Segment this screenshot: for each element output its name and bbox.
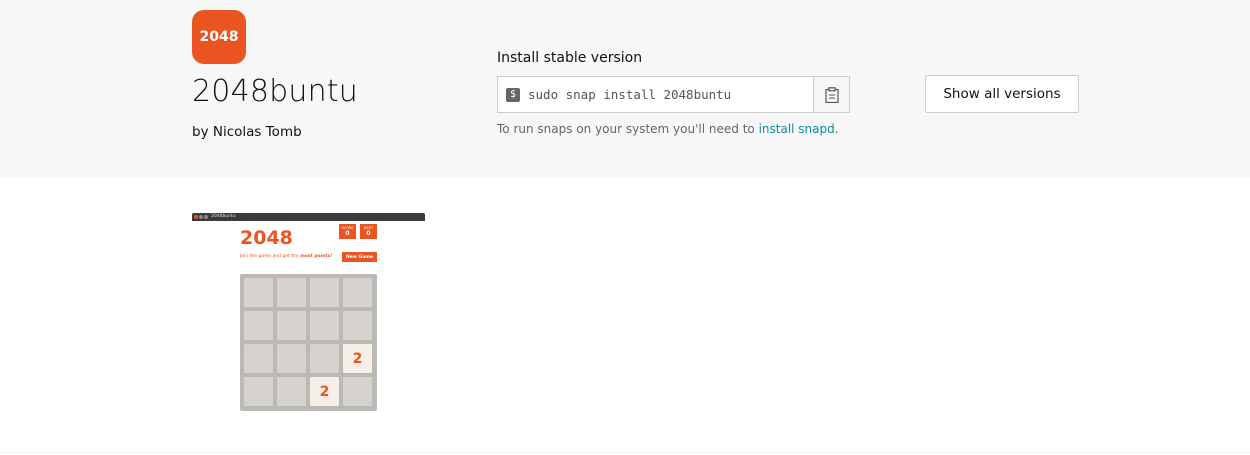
board-tile [244,377,273,406]
maximize-window-icon [204,215,208,219]
minimize-window-icon [199,215,203,219]
board-tile [244,278,273,307]
board-tile [244,344,273,373]
board-tile [277,344,306,373]
window-title: 2048buntu [211,214,236,219]
new-game-button: New Game [342,252,377,262]
board-tile [244,311,273,340]
snap-header: 2048 2048buntu by Nicolas Tomb Install s… [0,0,1250,178]
game-title: 2048 [240,227,293,249]
game-board: 22 [240,274,377,411]
game-intro: Join the game and get the most points! [240,254,332,259]
copy-button[interactable] [813,77,849,112]
install-command-text: sudo snap install 2048buntu [528,87,732,102]
board-tile [310,311,339,340]
snapd-note-text: To run snaps on your system you'll need … [497,122,759,136]
close-window-icon [194,215,198,219]
board-tile [343,278,372,307]
board-tile [277,278,306,307]
install-snapd-link[interactable]: install snapd [759,122,835,136]
show-all-versions-button[interactable]: Show all versions [925,75,1079,113]
app-screenshot[interactable]: 2048buntu 2048 SCORE 0 BEST 0 Join the g… [192,213,425,412]
best-value: 0 [366,230,371,237]
game-intro-text: Join the game and get the [240,254,301,259]
board-tile [277,377,306,406]
snapd-note: To run snaps on your system you'll need … [497,122,839,136]
snapd-note-suffix: . [834,122,839,136]
clipboard-icon [824,86,839,103]
score-box: SCORE 0 [339,224,356,239]
score-value: 0 [345,230,350,237]
board-tile [310,278,339,307]
app-icon: 2048 [192,10,246,64]
terminal-prompt-icon: $ [506,87,520,102]
game-intro-bold: most points! [300,254,333,259]
board-tile [343,377,372,406]
board-tile: 2 [343,344,372,373]
best-score-box: BEST 0 [360,224,377,239]
publisher-name: by Nicolas Tomb [192,124,302,140]
install-command[interactable]: $ sudo snap install 2048buntu [498,77,813,112]
board-tile [310,344,339,373]
board-tile [277,311,306,340]
install-label: Install stable version [497,50,643,66]
app-title: 2048buntu [192,74,358,109]
section-divider [0,452,1250,453]
install-command-box[interactable]: $ sudo snap install 2048buntu [497,76,850,113]
board-tile [343,311,372,340]
board-tile: 2 [310,377,339,406]
window-titlebar: 2048buntu [192,213,425,221]
